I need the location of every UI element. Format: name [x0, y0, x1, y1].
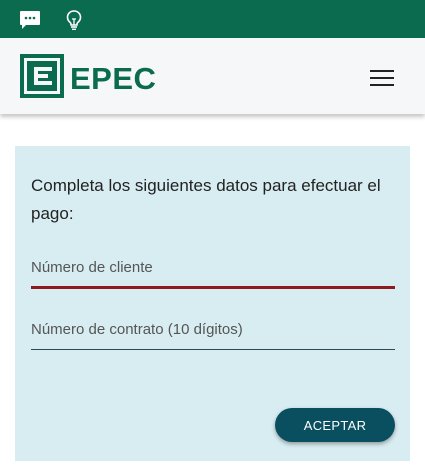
epec-logo-icon: [20, 54, 64, 98]
form-instructions: Completa los siguientes datos para efect…: [31, 176, 381, 223]
contract-number-input[interactable]: [31, 310, 395, 350]
epec-logo[interactable]: EPEC: [20, 54, 156, 98]
logo-text: EPEC: [70, 61, 157, 96]
lightbulb-icon[interactable]: [62, 8, 86, 32]
chat-icon[interactable]: [18, 8, 42, 32]
client-number-input[interactable]: [31, 249, 395, 289]
hamburger-menu-icon[interactable]: [368, 66, 396, 88]
payment-form: Completa los siguientes datos para efect…: [15, 146, 410, 461]
accept-button[interactable]: ACEPTAR: [275, 408, 395, 442]
app-header: EPEC: [0, 38, 425, 114]
top-bar: [0, 0, 425, 38]
